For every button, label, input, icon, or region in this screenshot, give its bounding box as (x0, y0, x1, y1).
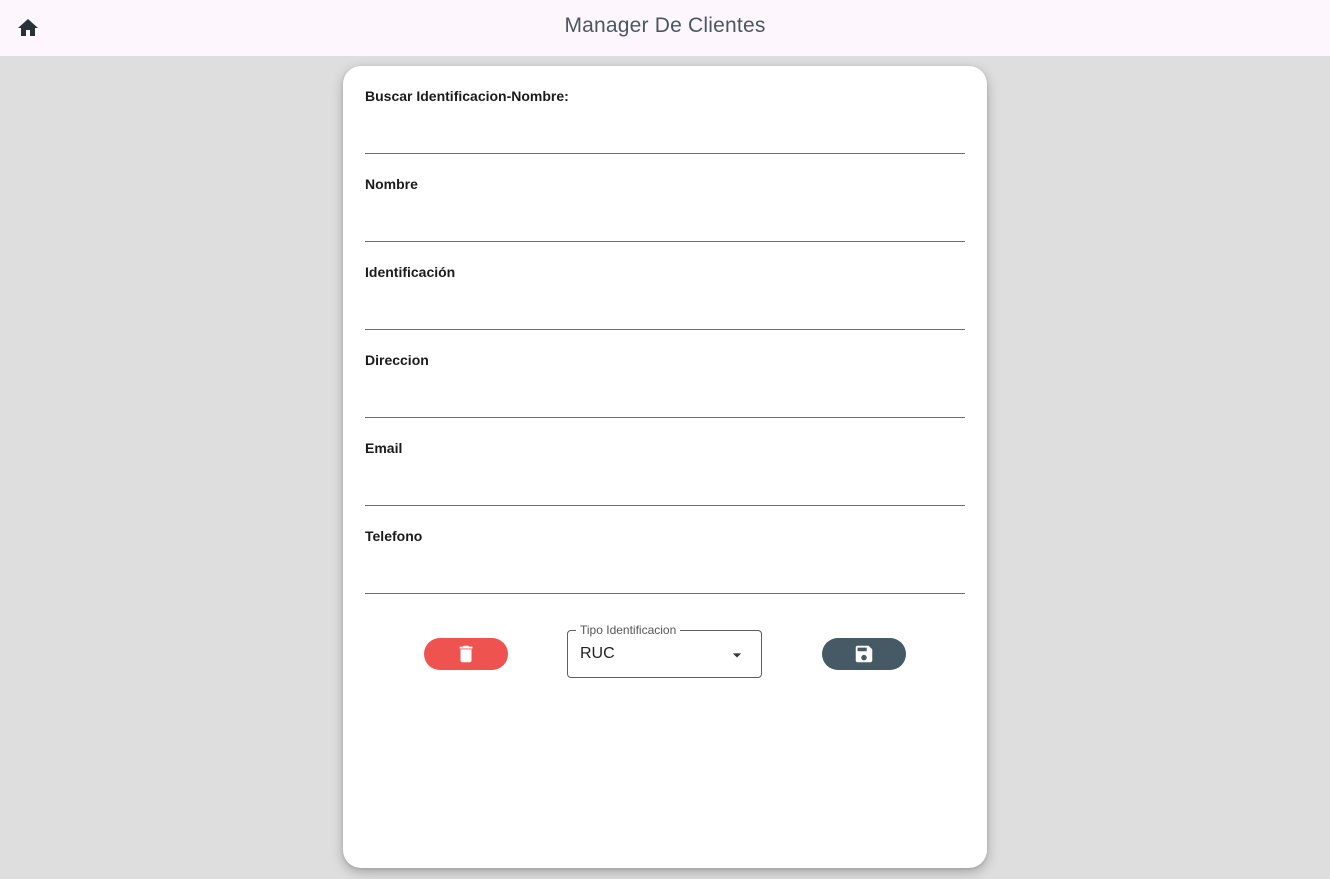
identificacion-label: Identificación (365, 264, 456, 280)
save-button[interactable] (822, 638, 906, 670)
client-form-card: Buscar Identificacion-Nombre: Nombre Ide… (343, 66, 987, 868)
tipo-identificacion-select[interactable]: Tipo Identificacion RUC (567, 623, 762, 678)
app-bar: Manager De Clientes (0, 0, 1330, 56)
email-field: Email (365, 440, 965, 520)
search-input[interactable] (365, 118, 965, 154)
telefono-input[interactable] (365, 558, 965, 594)
direccion-field: Direccion (365, 352, 965, 432)
search-field: Buscar Identificacion-Nombre: (365, 88, 965, 168)
dropdown-arrow-icon (732, 653, 742, 658)
direccion-label: Direccion (365, 352, 429, 368)
identificacion-field: Identificación (365, 264, 965, 344)
page-title: Manager De Clientes (564, 14, 766, 37)
tipo-identificacion-label: Tipo Identificacion (576, 623, 681, 637)
telefono-field: Telefono (365, 528, 965, 608)
telefono-label: Telefono (365, 528, 423, 544)
trash-icon (459, 645, 473, 663)
identificacion-input[interactable] (365, 294, 965, 330)
nombre-input[interactable] (365, 206, 965, 242)
email-label: Email (365, 440, 403, 456)
direccion-input[interactable] (365, 382, 965, 418)
tipo-identificacion-value: RUC (580, 645, 615, 662)
search-label: Buscar Identificacion-Nombre: (365, 88, 569, 104)
nombre-field: Nombre (365, 176, 965, 256)
nombre-label: Nombre (365, 176, 418, 192)
floppy-disk-icon (855, 645, 873, 663)
email-input[interactable] (365, 470, 965, 506)
delete-button[interactable] (424, 638, 508, 670)
